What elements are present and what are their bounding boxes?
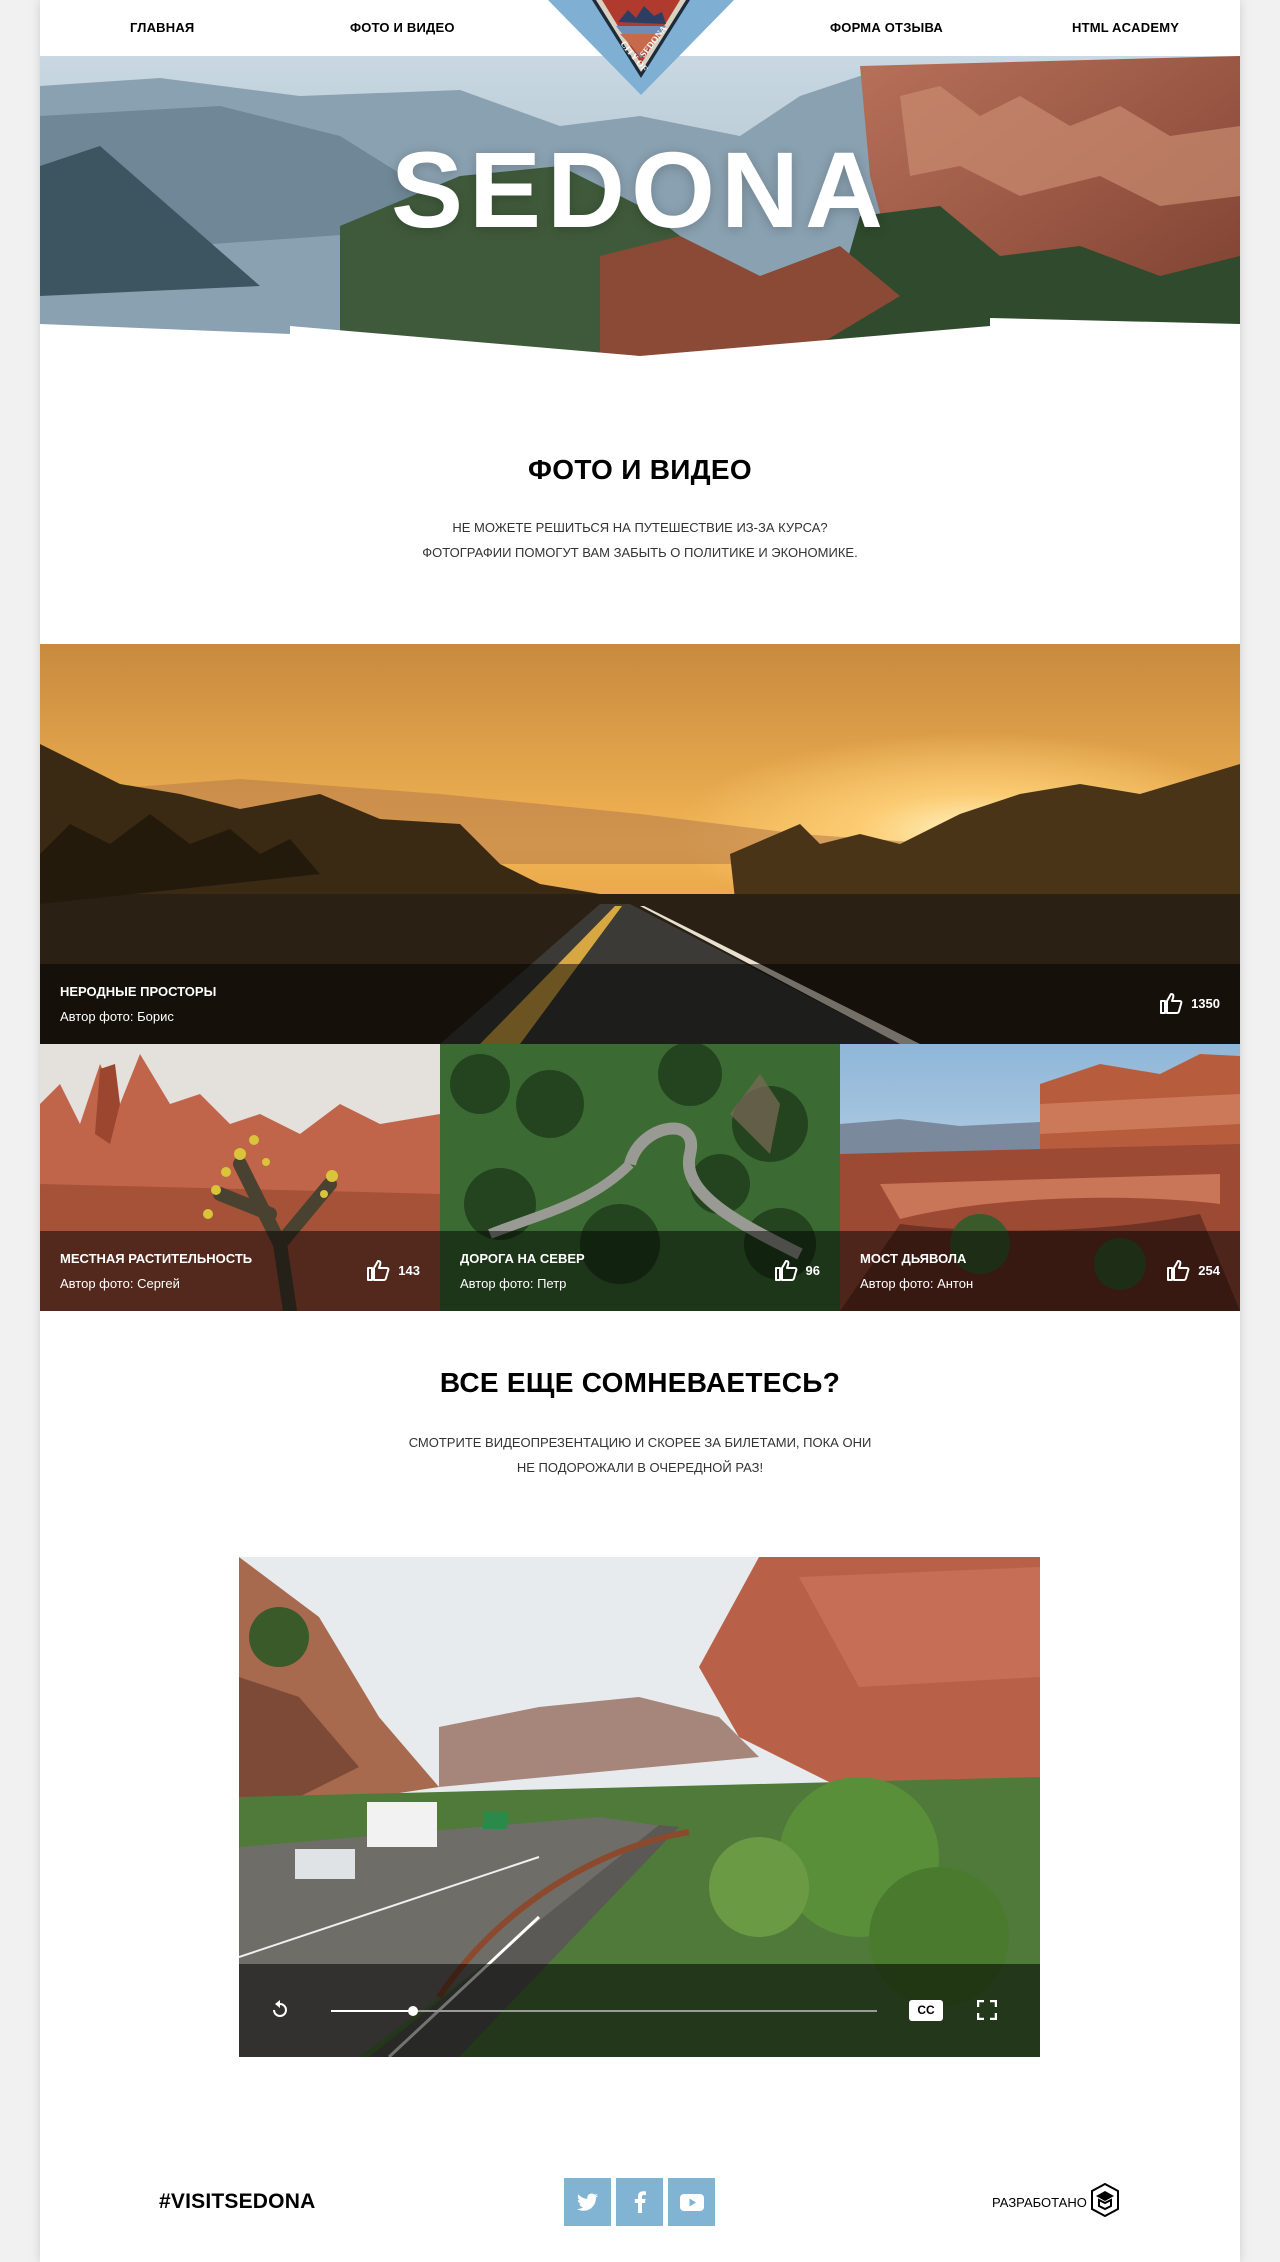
fullscreen-icon <box>976 1999 998 2021</box>
like-count: 254 <box>1198 1262 1220 1278</box>
photo-video-title: Фото и видео <box>528 454 752 485</box>
photo-author: Автор фото: Сергей <box>60 1276 180 1291</box>
city-of-sedona-logo-icon: CITY OF SEDONA <box>548 0 734 95</box>
photo-title: Дорога на север <box>460 1251 585 1266</box>
photo-caption: Дорога на север Автор фото: Петр 96 <box>440 1231 840 1311</box>
description-line: Смотрите видеопрезентацию и скорее за би… <box>408 1435 872 1450</box>
photo-author: Автор фото: Петр <box>460 1276 567 1291</box>
page: Главная Фото и видео Форма отзыва HTML A… <box>40 0 1240 2262</box>
photo-author: Автор фото: Борис <box>60 1009 174 1024</box>
gallery-photo[interactable]: Местная растительность Автор фото: Серге… <box>40 1044 440 1311</box>
photo-video-description: Не можете решиться на путешествие из-за … <box>40 515 1240 565</box>
facebook-icon <box>634 2191 646 2213</box>
site-logo[interactable]: CITY OF SEDONA <box>548 0 734 95</box>
photo-caption: Местная растительность Автор фото: Серге… <box>40 1231 440 1311</box>
doubt-title: Все еще сомневаетесь? <box>439 1367 841 1398</box>
cc-button[interactable]: CC <box>909 2000 943 2021</box>
nav-link-photo-video[interactable]: Фото и видео <box>350 0 455 56</box>
photo-title: Неродные просторы <box>60 984 217 999</box>
thumbs-up-icon <box>367 1260 390 1281</box>
fullscreen-button[interactable] <box>976 1999 998 2025</box>
hero-banner: SEDONA <box>40 56 1240 356</box>
like-button[interactable]: 254 <box>1166 1259 1220 1281</box>
html-academy-logo-link[interactable] <box>1090 2182 1120 2222</box>
twitter-link[interactable] <box>564 2178 611 2226</box>
description-line: не подорожали в очередной раз! <box>516 1460 764 1475</box>
video-progress-bar[interactable] <box>331 2006 877 2016</box>
description-line: Не можете решиться на путешествие из-за … <box>452 520 828 535</box>
like-count: 1350 <box>1191 995 1220 1011</box>
replay-icon <box>273 2000 287 2017</box>
like-button[interactable]: 96 <box>774 1259 820 1281</box>
video-controls: CC <box>239 1964 1040 2057</box>
thumbs-up-icon <box>774 1260 797 1281</box>
gallery-photo[interactable]: Мост дьявола Автор фото: Антон 254 <box>840 1044 1240 1311</box>
youtube-icon <box>679 2193 704 2211</box>
photo-caption: Мост дьявола Автор фото: Антон 254 <box>840 1231 1240 1311</box>
video-player[interactable]: CC <box>239 1557 1040 2057</box>
like-count: 96 <box>805 1262 820 1278</box>
nav-link-home[interactable]: Главная <box>130 0 194 56</box>
photo-caption: Неродные просторы Автор фото: Борис 1350 <box>40 964 1240 1044</box>
like-button[interactable]: 1350 <box>1159 992 1220 1014</box>
twitter-icon <box>576 2193 598 2211</box>
hero-title: SEDONA <box>390 129 890 250</box>
photo-title: Мост дьявола <box>860 1251 967 1266</box>
nav-link-academy[interactable]: HTML Academy <box>1072 0 1179 56</box>
html-academy-logo-icon <box>1091 2182 1119 2218</box>
description-line: Фотографии помогут вам забыть о политике… <box>422 545 858 560</box>
nav-link-feedback[interactable]: Форма отзыва <box>830 0 943 56</box>
developed-by-label: Разработано <box>992 2195 1087 2210</box>
thumbs-up-icon <box>1160 993 1183 1014</box>
replay-button[interactable] <box>269 1999 291 2026</box>
facebook-link[interactable] <box>616 2178 663 2226</box>
doubt-description: Смотрите видеопрезентацию и скорее за би… <box>40 1430 1240 1480</box>
photo-title: Местная растительность <box>60 1251 253 1266</box>
video-progress-fill <box>331 2010 413 2012</box>
photo-author: Автор фото: Антон <box>860 1276 974 1291</box>
gallery-photo[interactable]: Дорога на север Автор фото: Петр 96 <box>440 1044 840 1311</box>
gallery-main-photo[interactable]: Неродные просторы Автор фото: Борис 1350 <box>40 644 1240 1044</box>
like-button[interactable]: 143 <box>366 1259 420 1281</box>
youtube-link[interactable] <box>668 2178 715 2226</box>
like-count: 143 <box>398 1262 420 1278</box>
footer-hashtag: #visitsedona <box>159 2190 316 2213</box>
thumbs-up-icon <box>1167 1260 1190 1281</box>
video-progress-handle[interactable] <box>407 2006 418 2016</box>
